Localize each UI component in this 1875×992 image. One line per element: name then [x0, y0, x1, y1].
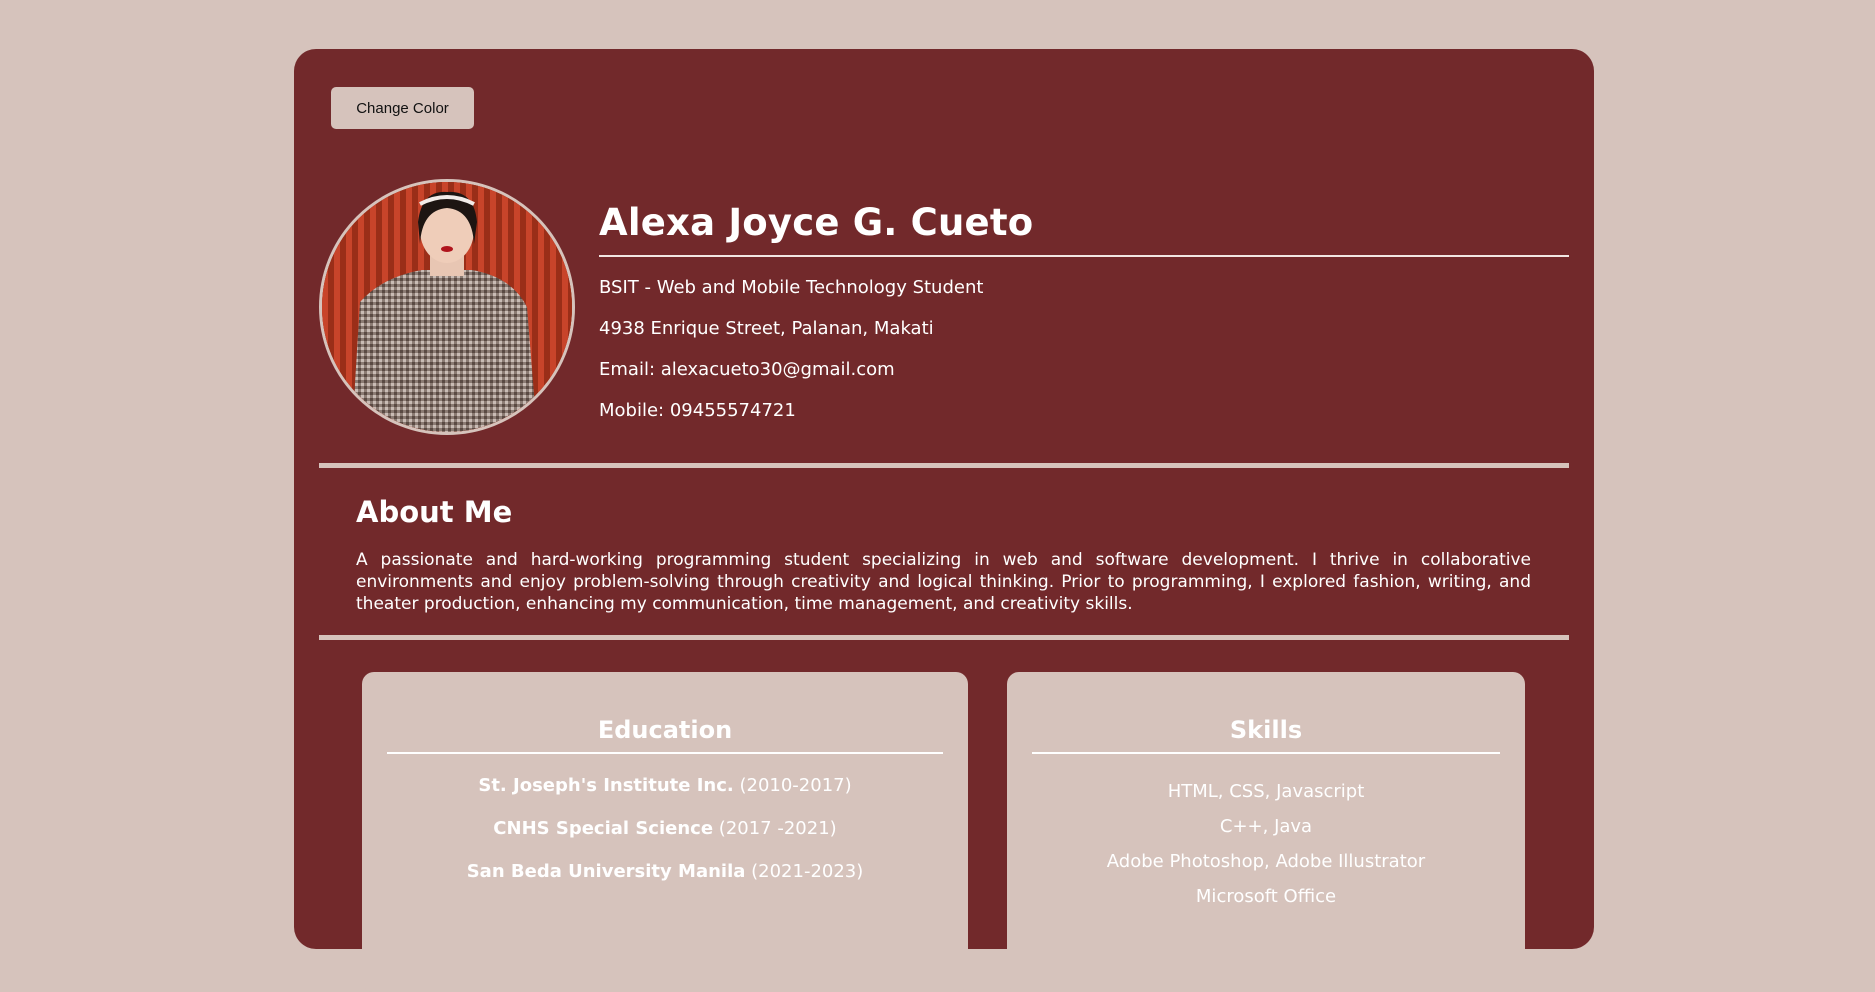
education-item: CNHS Special Science (2017 -2021): [362, 818, 968, 839]
skill-item: Microsoft Office: [1195, 886, 1337, 907]
about-heading: About Me: [356, 495, 513, 529]
education-school: St. Joseph's Institute Inc.: [478, 775, 734, 796]
profile-email: Email: alexacueto30@gmail.com: [599, 359, 895, 380]
skills-heading: Skills: [1229, 716, 1303, 744]
education-years: (2017 -2021): [718, 818, 837, 839]
profile-mobile: Mobile: 09455574721: [599, 400, 796, 421]
education-school: CNHS Special Science: [493, 818, 714, 839]
education-panel: Education St. Joseph's Institute Inc. (2…: [362, 672, 968, 992]
change-color-button[interactable]: Change Color: [331, 87, 474, 129]
name-divider: [599, 255, 1569, 257]
education-school: San Beda University Manila: [466, 861, 746, 882]
education-item: San Beda University Manila (2021-2023): [362, 861, 968, 882]
profile-address: 4938 Enrique Street, Palanan, Makati: [599, 318, 934, 339]
education-heading: Education: [597, 716, 733, 744]
education-years: (2010-2017): [739, 775, 852, 796]
skills-panel: Skills HTML, CSS, Javascript C++, Java A…: [1007, 672, 1525, 992]
profile-name: Alexa Joyce G. Cueto: [599, 201, 1034, 244]
section-divider: [319, 635, 1569, 640]
skill-item: Adobe Photoshop, Adobe Illustrator: [1106, 851, 1426, 872]
section-divider: [319, 463, 1569, 468]
skill-item: HTML, CSS, Javascript: [1167, 781, 1365, 802]
profile-photo: [319, 179, 575, 435]
profile-title: BSIT - Web and Mobile Technology Student: [599, 277, 984, 298]
education-years: (2021-2023): [751, 861, 864, 882]
resume-card: Change Color Alexa Joyce G. Cueto BSIT -…: [294, 49, 1594, 992]
skill-item: C++, Java: [1219, 816, 1313, 837]
education-divider: [387, 752, 943, 754]
skills-divider: [1032, 752, 1500, 754]
education-item: St. Joseph's Institute Inc. (2010-2017): [362, 775, 968, 796]
about-text: A passionate and hard-working programmin…: [356, 550, 1531, 614]
